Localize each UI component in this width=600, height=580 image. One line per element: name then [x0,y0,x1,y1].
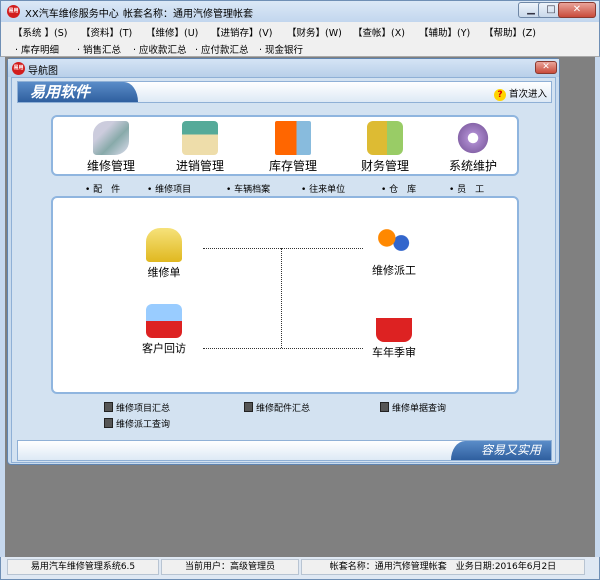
navigation-window-titlebar: 易用 导航图 ✕ [8,59,559,77]
connector-line [203,348,363,349]
menu-audit[interactable]: 【查帐】(X) [353,25,405,39]
repair-order-node[interactable]: 维修单 [129,228,199,280]
menu-tools[interactable]: 【辅助】(Y) [419,25,470,39]
document-icon [104,402,113,412]
toolbar: · 库存明细 · 销售汇总 · 应收款汇总 · 应付款汇总 · 现金银行 [0,40,600,57]
menu-repair[interactable]: 【维修】(U) [146,25,198,39]
close-button[interactable]: ✕ [558,2,596,18]
link-vehicle-records[interactable]: • 车辆档案 [226,182,270,195]
status-system: 易用汽车维修管理系统6.5 [7,559,159,575]
gear-icon [455,121,491,155]
module-finance[interactable]: 财务管理 [345,121,425,174]
app-title: XX汽车维修服务中心 [25,9,119,20]
navigation-window: 易用 导航图 ✕ 易用软件 ? 首次进入 维修管理 进销管理 库存管理 财务管理… [7,58,560,465]
menu-system[interactable]: 【系统 】(S) [13,25,67,39]
header-banner: 易用软件 ? 首次进入 [17,81,552,103]
module-panel: 维修管理 进销管理 库存管理 财务管理 系统维护 [51,115,519,176]
toolbar-receivables[interactable]: · 应收款汇总 [133,42,187,56]
report-repair-parts-summary[interactable]: 维修配件汇总 [244,401,310,414]
status-bar: 易用汽车维修管理系统6.5 当前用户：高级管理员 帐套名称：通用汽修管理帐套 业… [0,557,600,580]
module-repair[interactable]: 维修管理 [71,121,151,174]
link-repair-items[interactable]: • 维修项目 [147,182,191,195]
workflow-panel: 维修单 维修派工 客户回访 车年季审 [51,196,519,394]
sub-links: • 配 件 • 维修项目 • 车辆档案 • 往来单位 • 仓 库 • 员 工 [51,182,519,195]
navigation-window-title: 导航图 [28,66,58,77]
navigation-content: 易用软件 ? 首次进入 维修管理 进销管理 库存管理 财务管理 系统维护 • 配… [11,77,556,463]
document-icon [380,402,389,412]
customer-visit-node[interactable]: 客户回访 [129,304,199,356]
annual-review-node[interactable]: 车年季审 [359,308,429,360]
module-inventory[interactable]: 库存管理 [253,121,333,174]
toolbar-stock-detail[interactable]: · 库存明细 [15,42,59,56]
link-parts[interactable]: • 配 件 [85,182,120,195]
purchase-sale-icon [182,121,218,155]
report-repair-items-summary[interactable]: 维修项目汇总 [104,401,170,414]
app-logo: 易用 [7,5,20,18]
document-icon [104,418,113,428]
repair-icon [93,121,129,155]
title-bar: 易用 XX汽车维修服务中心 帐套名称：通用汽修管理帐套 ▁ □ ✕ [0,0,600,22]
module-system[interactable]: 系统维护 [433,121,513,174]
dispatch-node[interactable]: 维修派工 [359,226,429,278]
status-user: 当前用户：高级管理员 [161,559,299,575]
slogan: 容易又实用 [451,441,551,460]
status-account: 帐套名称：通用汽修管理帐套 业务日期:2016年6月2日 [301,559,585,575]
report-repair-orders-query[interactable]: 维修单据查询 [380,401,446,414]
menu-bar: 【系统 】(S) 【资料】(T) 【维修】(U) 【进销存】(V) 【财务】(W… [0,22,600,40]
link-partners[interactable]: • 往来单位 [301,182,345,195]
menu-inventory[interactable]: 【进销存】(V) [211,25,272,39]
inventory-icon [275,121,311,155]
module-purchase-sale[interactable]: 进销管理 [160,121,240,174]
car-icon [146,228,182,262]
menu-help[interactable]: 【帮助】(Z) [484,25,536,39]
document-icon [244,402,253,412]
link-employees[interactable]: • 员 工 [449,182,484,195]
mechanics-icon [376,226,412,260]
link-warehouse[interactable]: • 仓 库 [381,182,416,195]
report-dispatch-query[interactable]: 维修派工查询 [104,417,170,430]
connector-line [281,248,282,348]
navigation-close-button[interactable]: ✕ [535,61,557,74]
toolbar-payables[interactable]: · 应付款汇总 [195,42,249,56]
footer-banner: 容易又实用 [17,440,552,461]
menu-finance[interactable]: 【财务】(W) [287,25,342,39]
first-entry-link[interactable]: ? 首次进入 [493,86,547,101]
toolbar-cash-bank[interactable]: · 现金银行 [259,42,303,56]
first-entry-label: 首次进入 [508,89,547,100]
toolbar-sales-summary[interactable]: · 销售汇总 [77,42,121,56]
brand-banner: 易用软件 [18,82,138,102]
window-logo: 易用 [12,62,25,75]
customer-visit-icon [146,304,182,338]
inspection-icon [376,308,412,342]
finance-icon [367,121,403,155]
connector-line [203,248,363,249]
help-icon: ? [493,89,506,101]
account-title: 帐套名称：通用汽修管理帐套 [123,9,253,20]
menu-data[interactable]: 【资料】(T) [81,25,132,39]
